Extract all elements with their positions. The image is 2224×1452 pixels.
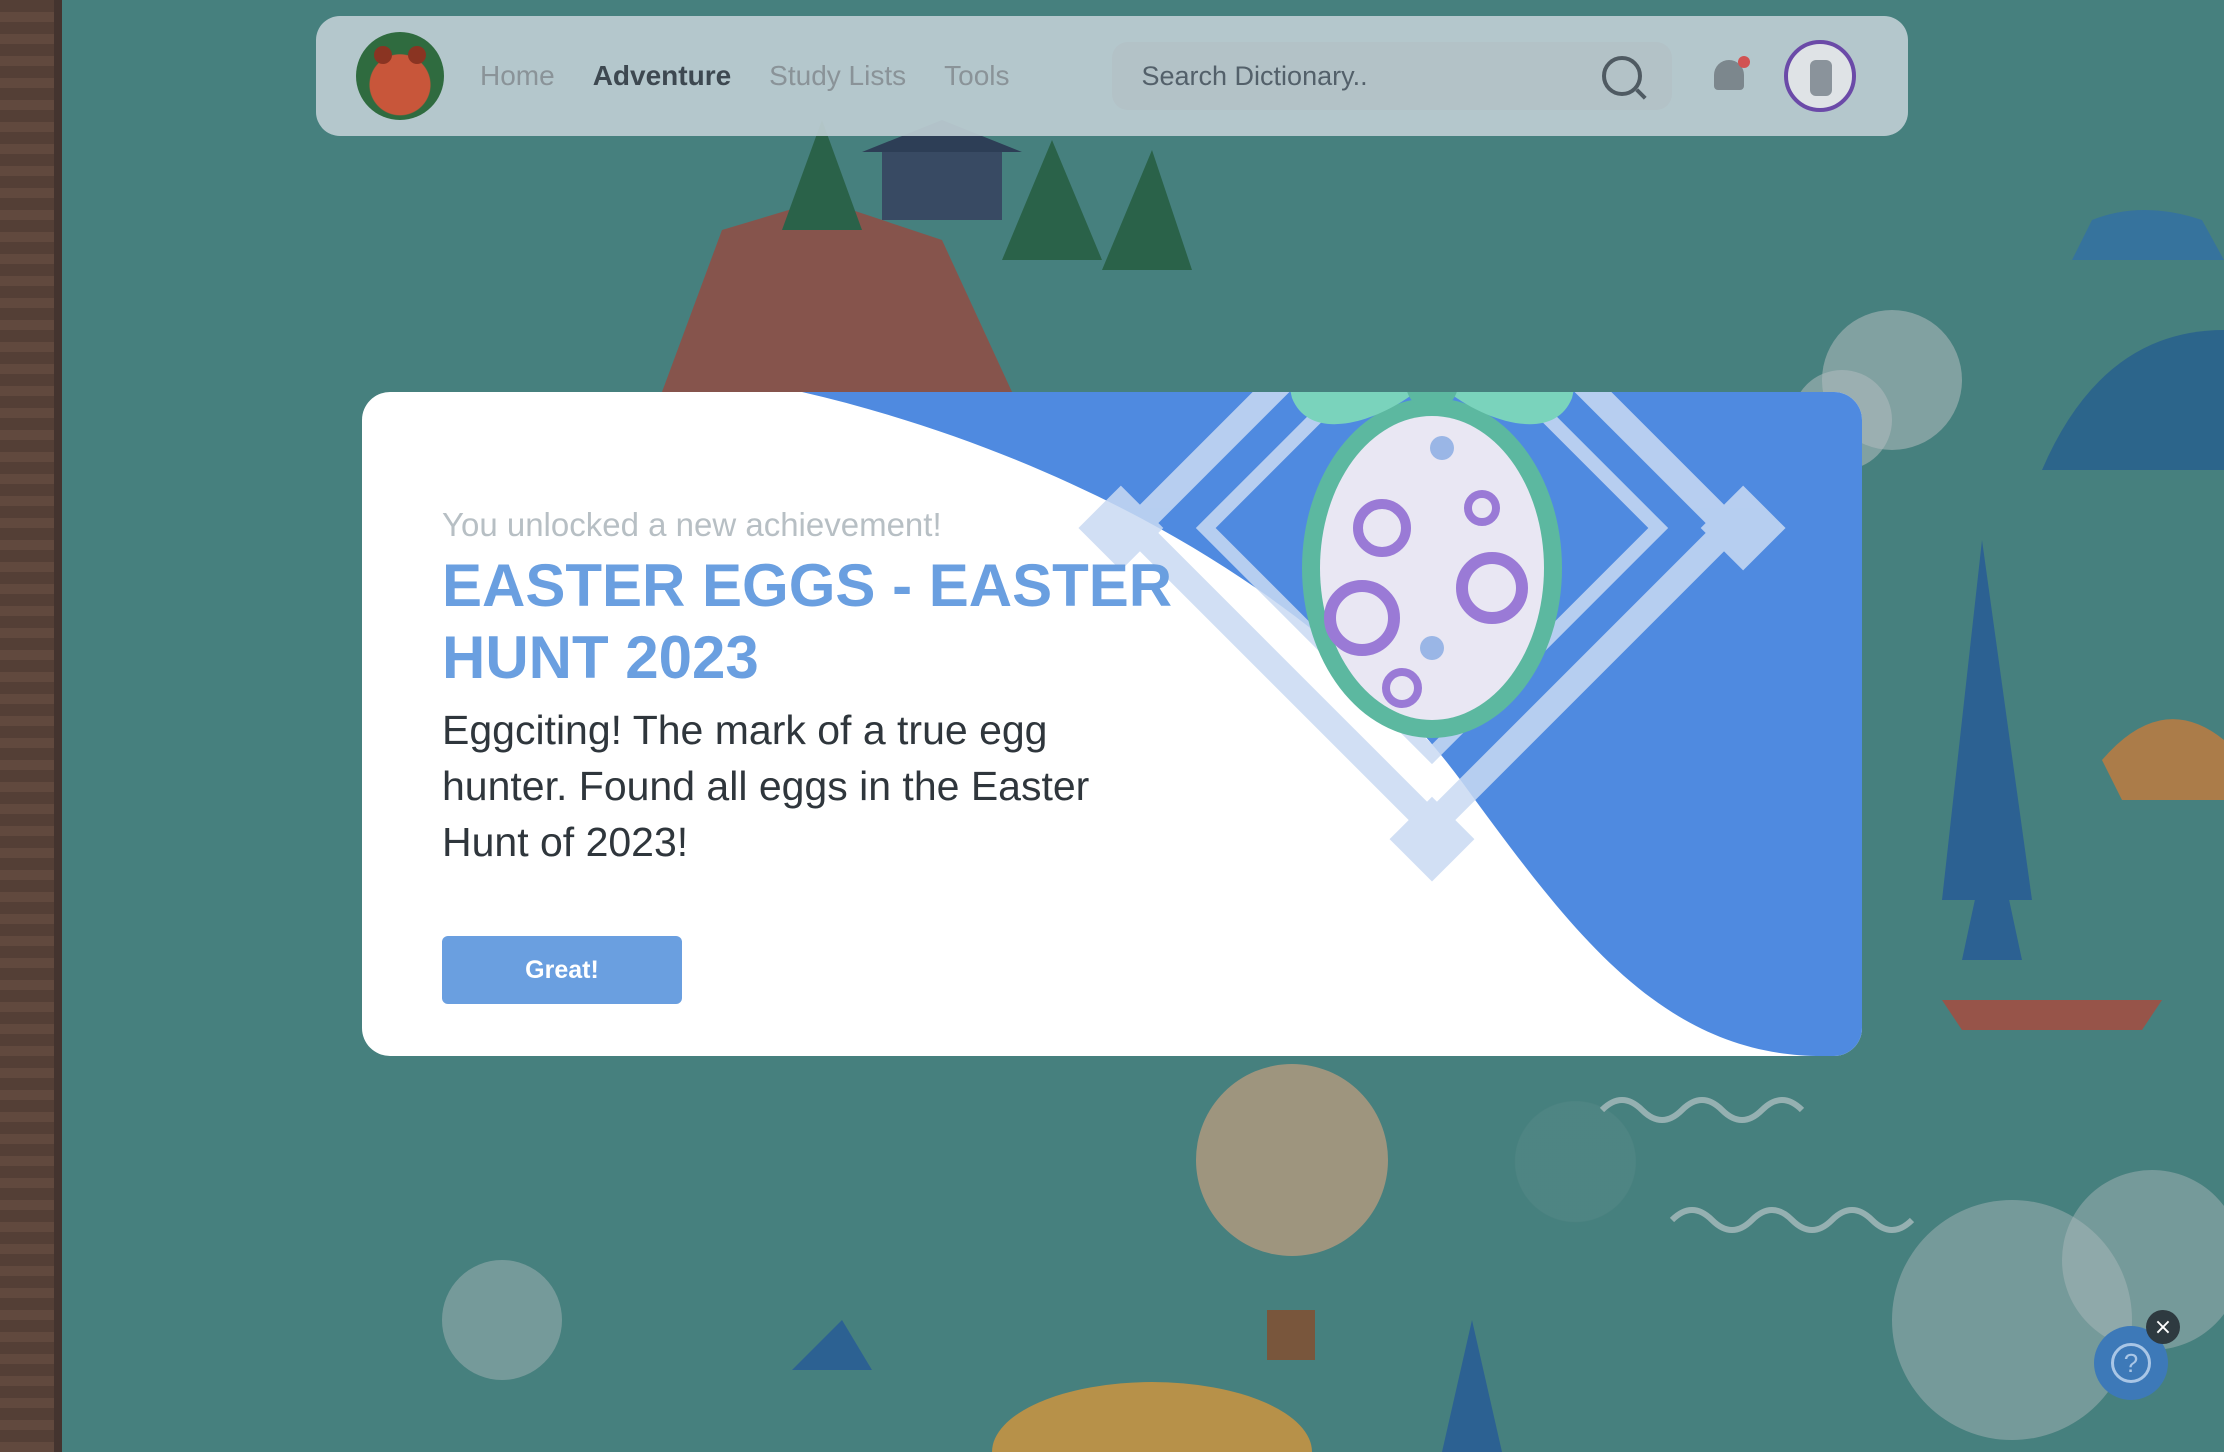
close-icon[interactable]: × bbox=[2146, 1310, 2180, 1344]
nav-links: Home Adventure Study Lists Tools bbox=[480, 60, 1010, 92]
achievement-subtitle: You unlocked a new achievement! bbox=[442, 506, 942, 543]
logo-icon[interactable] bbox=[356, 32, 444, 120]
modal-content: You unlocked a new achievement! EASTER E… bbox=[442, 506, 1182, 1004]
help-icon: ? bbox=[2111, 1343, 2151, 1383]
avatar[interactable] bbox=[1783, 40, 1856, 112]
top-navbar: Home Adventure Study Lists Tools bbox=[316, 16, 1908, 136]
search-icon[interactable] bbox=[1601, 56, 1642, 96]
notification-dot bbox=[1737, 56, 1750, 68]
achievement-description: Eggciting! The mark of a true egg hunter… bbox=[442, 707, 1090, 865]
nav-link-home[interactable]: Home bbox=[480, 60, 555, 92]
great-button[interactable]: Great! bbox=[442, 936, 682, 1004]
nav-link-tools[interactable]: Tools bbox=[944, 60, 1009, 92]
achievement-modal: You unlocked a new achievement! EASTER E… bbox=[362, 392, 1862, 1056]
search-bar bbox=[1111, 42, 1672, 110]
nav-link-adventure[interactable]: Adventure bbox=[593, 60, 731, 92]
nav-link-study-lists[interactable]: Study Lists bbox=[769, 60, 906, 92]
bell-icon[interactable] bbox=[1712, 56, 1750, 96]
search-input[interactable] bbox=[1141, 60, 1602, 92]
achievement-title: EASTER EGGS - EASTER HUNT 2023 bbox=[442, 552, 1173, 691]
